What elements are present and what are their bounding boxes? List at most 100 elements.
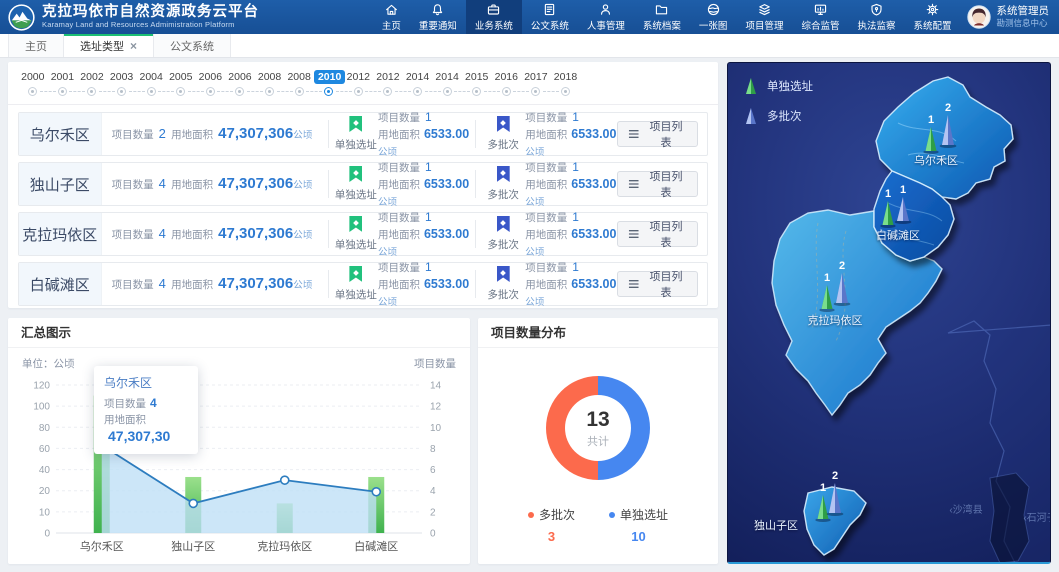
single-site-label: 单独选址 xyxy=(334,187,378,202)
donut-legend-item[interactable]: 单独选址10 xyxy=(609,506,668,544)
timeline-year[interactable]: 2008 xyxy=(284,71,314,83)
single-count-value: 1 xyxy=(425,110,432,124)
map-region-label: 白碱滩区 xyxy=(876,228,920,242)
nav-item-person[interactable]: 人事管理 xyxy=(578,0,634,34)
single-site-badge: 单独选址 xyxy=(334,216,378,252)
district-map[interactable]: 12乌尔禾区11白碱滩区12克拉玛依区12独山子区‹沙湾县‹石河子 xyxy=(728,63,1051,564)
timeline-dot[interactable] xyxy=(77,87,107,97)
map-legend-label: 多批次 xyxy=(767,108,802,124)
timeline-year[interactable]: 2012 xyxy=(373,71,403,83)
timeline-dot[interactable] xyxy=(551,87,581,97)
selected-year-badge: 2010 xyxy=(314,70,345,84)
timeline-year[interactable]: 2006 xyxy=(196,71,226,83)
timeline-dot[interactable] xyxy=(284,87,314,97)
timeline-year[interactable]: 2017 xyxy=(521,71,551,83)
donut-legend-item[interactable]: 多批次3 xyxy=(528,506,575,544)
timeline-year[interactable]: 2012 xyxy=(344,71,374,83)
nav-item-label: 项目管理 xyxy=(745,18,783,32)
nav-item-shield[interactable]: 执法监察 xyxy=(848,0,904,34)
right-axis-label: 项目数量 xyxy=(414,356,456,371)
bookmark-green-icon xyxy=(349,266,362,282)
timeline-dot[interactable] xyxy=(344,87,374,97)
timeline-year[interactable]: 2016 xyxy=(492,71,522,83)
combo-chart[interactable]: 0010220440660880101001212014乌尔禾区独山子区克拉玛依… xyxy=(20,373,458,561)
multi-count-value: 1 xyxy=(572,160,579,174)
multi-batch-badge: 多批次 xyxy=(481,266,525,302)
timeline-dot[interactable] xyxy=(136,87,166,97)
list-icon xyxy=(628,229,639,239)
timeline-dot[interactable] xyxy=(492,87,522,97)
nav-item-folder[interactable]: 系统档案 xyxy=(634,0,690,34)
area-value: 47,307,306 xyxy=(218,275,293,292)
timeline-year[interactable]: 2002 xyxy=(77,71,107,83)
bookmark-green-icon xyxy=(349,116,362,132)
single-area-value: 6533.00 xyxy=(424,127,469,141)
timeline-dot[interactable] xyxy=(462,87,492,97)
donut-total: 13 xyxy=(586,408,609,432)
district-name: 白碱滩区 xyxy=(19,263,102,305)
tab-主页[interactable]: 主页 xyxy=(8,34,64,57)
timeline-dot[interactable] xyxy=(373,87,403,97)
divider xyxy=(475,220,476,248)
timeline-dot[interactable] xyxy=(48,87,78,97)
map-panel[interactable]: 单独选址多批次 xyxy=(727,62,1051,564)
app-subtitle: Karamay Land and Resources Admimistratio… xyxy=(42,20,259,29)
divider xyxy=(475,270,476,298)
timeline-year[interactable]: 2005 xyxy=(166,71,196,83)
nav-item-layers[interactable]: 项目管理 xyxy=(736,0,792,34)
divider xyxy=(475,170,476,198)
user-info[interactable]: 系统管理员 勘测信息中心 xyxy=(961,5,1059,29)
tab-close-icon[interactable]: × xyxy=(130,41,137,51)
donut-chart[interactable]: 13 共计 xyxy=(546,376,650,480)
single-site-badge: 单独选址 xyxy=(334,116,378,152)
timeline-year[interactable]: 2008 xyxy=(255,71,285,83)
timeline-dot[interactable] xyxy=(521,87,551,97)
tab-公文系统[interactable]: 公文系统 xyxy=(154,34,231,57)
nav-item-home[interactable]: 主页 xyxy=(373,0,410,34)
project-list-button[interactable]: 项目列表 xyxy=(617,221,698,247)
timeline-year[interactable]: 2004 xyxy=(136,71,166,83)
nav-item-label: 系统档案 xyxy=(643,18,681,32)
project-list-button[interactable]: 项目列表 xyxy=(617,171,698,197)
nav-item-monitor[interactable]: 综合监管 xyxy=(792,0,848,34)
timeline-year[interactable]: 2014 xyxy=(403,71,433,83)
multi-batch-badge: 多批次 xyxy=(481,216,525,252)
timeline-dot[interactable] xyxy=(255,87,285,97)
svg-text:1: 1 xyxy=(820,482,826,494)
single-count-value: 1 xyxy=(425,260,432,274)
timeline-year[interactable]: 2003 xyxy=(107,71,137,83)
timeline-year[interactable]: 2018 xyxy=(551,71,581,83)
area-unit: 公顷 xyxy=(293,230,312,241)
timeline-dot[interactable] xyxy=(166,87,196,97)
project-list-button[interactable]: 项目列表 xyxy=(617,271,698,297)
svg-text:1: 1 xyxy=(928,114,934,126)
line-point xyxy=(372,488,380,496)
area-label: 用地面积 xyxy=(171,129,213,141)
timeline-year[interactable]: 2000 xyxy=(18,71,48,83)
divider xyxy=(328,120,329,148)
timeline-year[interactable]: 2001 xyxy=(48,71,78,83)
nav-item-bell[interactable]: 重要通知 xyxy=(410,0,466,34)
timeline-year[interactable]: 2014 xyxy=(432,71,462,83)
count-value: 4 xyxy=(159,176,166,191)
timeline-dot[interactable] xyxy=(18,87,48,97)
timeline-dot[interactable] xyxy=(314,87,344,97)
timeline-dot[interactable] xyxy=(432,87,462,97)
timeline-dot[interactable] xyxy=(107,87,137,97)
nav-item-gear[interactable]: 系统配置 xyxy=(904,0,960,34)
timeline-dot[interactable] xyxy=(403,87,433,97)
nav-item-map-globe[interactable]: 一张图 xyxy=(690,0,737,34)
nav-item-label: 执法监察 xyxy=(857,18,895,32)
timeline-year[interactable]: 2006 xyxy=(225,71,255,83)
timeline-dot[interactable] xyxy=(196,87,226,97)
tab-选址类型[interactable]: 选址类型× xyxy=(64,34,154,57)
app-logo-icon xyxy=(8,4,35,31)
timeline-year[interactable]: 2015 xyxy=(462,71,492,83)
nav-item-briefcase[interactable]: 业务系统 xyxy=(466,0,522,34)
timeline-dot[interactable] xyxy=(225,87,255,97)
timeline-year[interactable]: 2010 xyxy=(314,71,344,83)
nav-item-document[interactable]: 公文系统 xyxy=(522,0,578,34)
project-list-button[interactable]: 项目列表 xyxy=(617,121,698,147)
district-name: 克拉玛依区 xyxy=(19,213,102,255)
multi-batch-label: 多批次 xyxy=(481,287,525,302)
